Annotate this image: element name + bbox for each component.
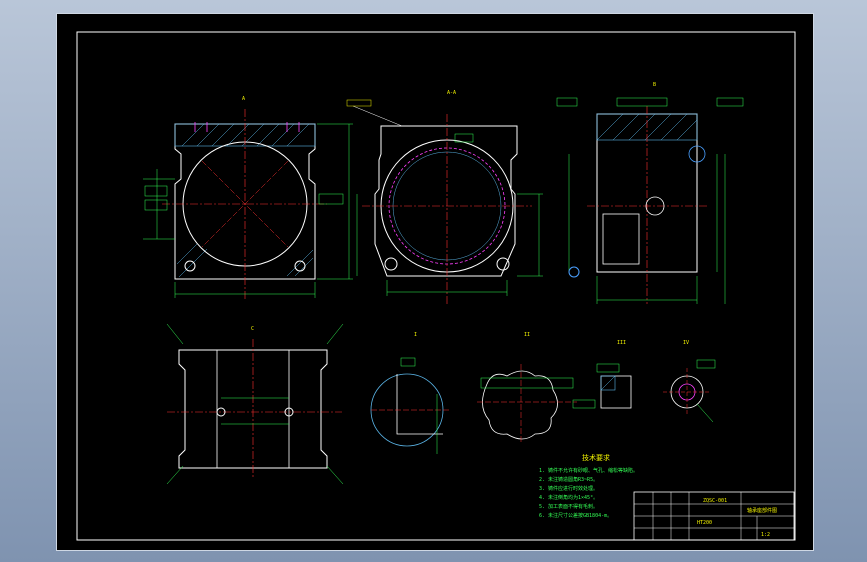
section-view-outline (374, 125, 518, 277)
bottom-view[interactable]: C (166, 323, 344, 485)
title-block-drawing-number: ZQSC-001 (703, 498, 727, 504)
detail-view-2-label: II (524, 332, 530, 338)
cad-drawing: A A-A B C I II III IV 技术要求 1. 铸件不允许有砂眼、气… (76, 31, 796, 541)
title-block-part-name: 轴承座部件图 (747, 507, 777, 514)
tech-requirement-item: 6. 未注尺寸公差按GB1804-m。 (539, 512, 612, 519)
section-view[interactable]: A-A (346, 90, 543, 304)
side-view-dimensions (556, 97, 744, 304)
side-view[interactable]: B (556, 82, 744, 304)
title-block[interactable]: ZQSC-001 轴承座部件图 HT200 1:2 (633, 491, 795, 541)
tech-requirement-item: 2. 未注铸造圆角R3~R5。 (539, 476, 598, 483)
tech-requirement-item: 5. 加工表面不得有毛刺。 (539, 503, 598, 510)
side-view-label: B (653, 82, 656, 88)
title-block-scale: 1:2 (761, 532, 770, 538)
detail-view-1-label: I (414, 332, 417, 338)
tech-requirement-item: 1. 铸件不允许有砂眼、气孔、缩松等缺陷。 (539, 467, 638, 474)
section-view-lug-hole (384, 257, 398, 271)
tech-requirement-item: 3. 铸件应进行时效处理。 (539, 485, 598, 492)
detail-view-4-label: IV (683, 340, 689, 346)
front-view-label: A (242, 96, 245, 102)
detail-view-4[interactable]: IV (663, 340, 716, 423)
bottom-view-label: C (251, 326, 254, 332)
bottom-view-dimensions (166, 323, 344, 485)
front-view[interactable]: A (143, 96, 353, 299)
cad-viewport[interactable]: A A-A B C I II III IV 技术要求 1. 铸件不允许有砂眼、气… (56, 13, 814, 551)
detail-view-3-label: III (617, 340, 626, 346)
tech-requirements: 技术要求 1. 铸件不允许有砂眼、气孔、缩松等缺陷。 2. 未注铸造圆角R3~R… (539, 453, 638, 519)
title-block-material: HT200 (697, 520, 712, 526)
detail-view-1[interactable]: I (370, 332, 449, 454)
side-view-datum (568, 266, 580, 278)
section-view-label: A-A (447, 90, 456, 96)
detail-view-2[interactable]: II (477, 332, 577, 444)
detail-view-3[interactable]: III (572, 340, 632, 409)
front-view-bolt-hole (294, 260, 306, 272)
section-view-lug-hole (496, 257, 510, 271)
tech-requirement-item: 4. 未注倒角均为1×45°。 (539, 494, 598, 501)
sheet-border (76, 31, 796, 541)
tech-requirements-heading: 技术要求 (582, 453, 610, 462)
